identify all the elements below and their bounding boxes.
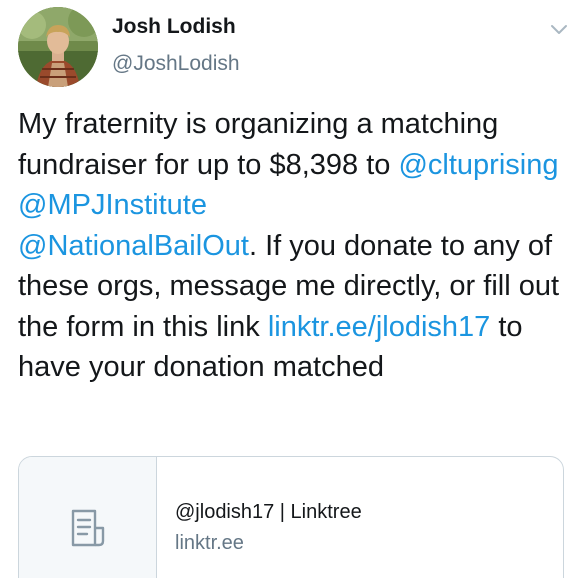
mention-link[interactable]: @MPJInstitute <box>18 189 207 221</box>
tweet-text: My fraternity is organizing a matching f… <box>18 104 570 388</box>
card-thumbnail <box>19 457 157 578</box>
link-preview-card[interactable]: @jlodish17 | Linktree linktr.ee <box>18 456 564 578</box>
author-name[interactable]: Josh Lodish <box>112 15 236 39</box>
author-handle[interactable]: @JoshLodish <box>112 52 240 76</box>
url-link[interactable]: linktr.ee/jlodish17 <box>268 311 490 343</box>
document-icon <box>71 509 105 547</box>
chevron-down-icon[interactable] <box>550 24 568 36</box>
card-domain: linktr.ee <box>175 532 244 554</box>
avatar[interactable] <box>18 7 98 87</box>
mention-link[interactable]: @NationalBailOut <box>18 230 249 262</box>
tweet: Josh Lodish @JoshLodish My fraternity is… <box>0 0 580 578</box>
card-title: @jlodish17 | Linktree <box>175 501 362 523</box>
profile-photo <box>18 7 98 87</box>
mention-link[interactable]: @cltuprising <box>398 149 558 181</box>
